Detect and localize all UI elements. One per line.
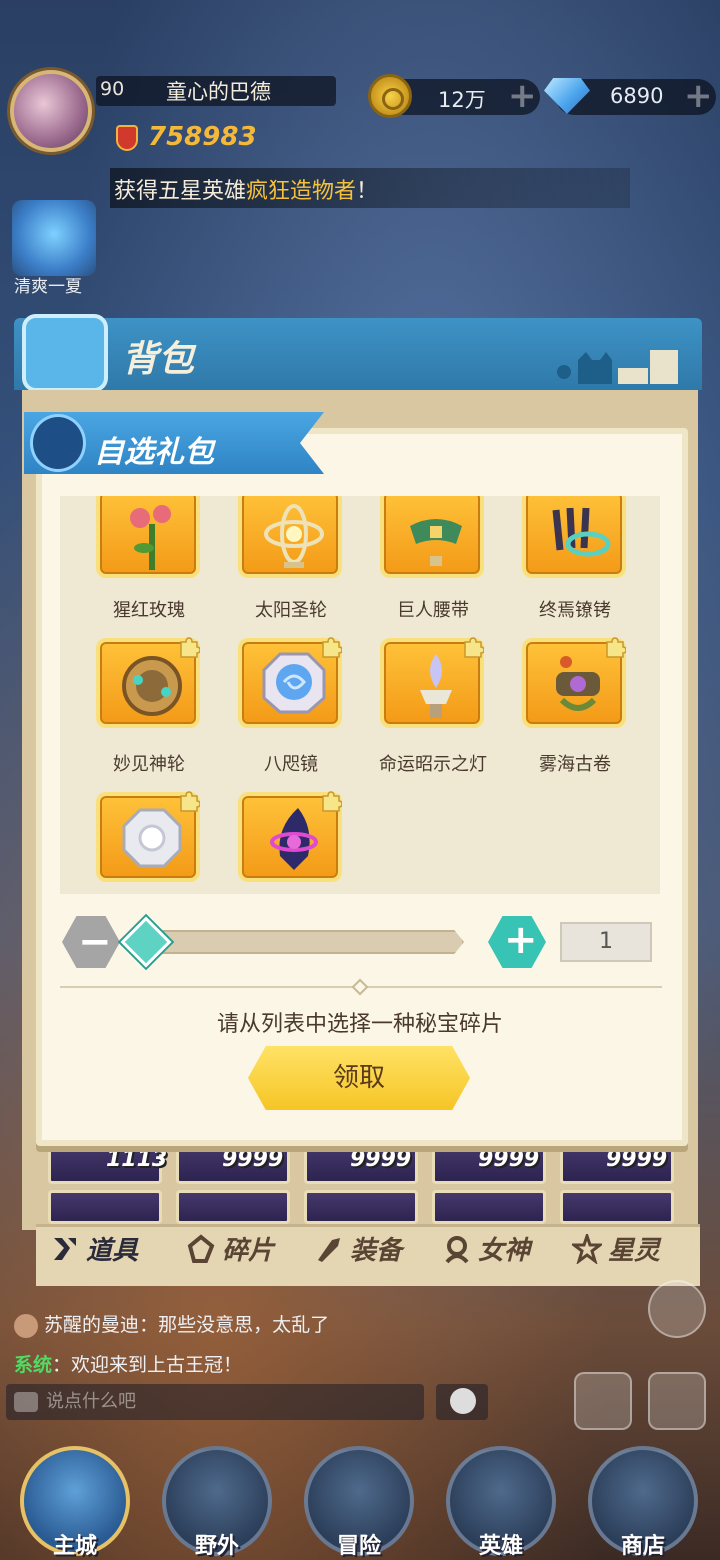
nav-label: 商店 bbox=[620, 1534, 665, 1559]
minus-icon: − bbox=[78, 919, 112, 965]
ranking-icon[interactable] bbox=[574, 1372, 632, 1430]
add-gold-icon[interactable]: + bbox=[508, 79, 537, 113]
tab-shards[interactable]: 碎片 bbox=[186, 1230, 274, 1267]
feather-icon bbox=[30, 414, 86, 472]
tab-equipment[interactable]: 装备 bbox=[314, 1230, 402, 1267]
friends-icon[interactable] bbox=[648, 1280, 706, 1338]
item-card-divine-wheel[interactable] bbox=[96, 637, 200, 728]
shackles-icon bbox=[552, 507, 611, 557]
item-card-shackles[interactable] bbox=[522, 496, 626, 578]
equipment-icon bbox=[318, 1237, 340, 1262]
items-icon bbox=[54, 1237, 76, 1260]
item-card-fate-lamp[interactable] bbox=[380, 637, 484, 728]
system-tag: 系统 bbox=[14, 1354, 53, 1376]
item-card-dark-eye[interactable] bbox=[238, 791, 342, 882]
item-list[interactable]: 猩红玫瑰 太阳圣轮 巨人腰带 终焉镣铐 妙见神轮 八咫镜 命运昭示之灯 雾海古卷 bbox=[60, 496, 660, 894]
item-card-giant-belt[interactable] bbox=[380, 496, 484, 578]
shards-icon bbox=[187, 1233, 215, 1263]
fate-lamp-icon bbox=[420, 654, 452, 718]
add-diamond-icon[interactable]: + bbox=[684, 79, 713, 113]
yata-mirror-icon bbox=[262, 652, 326, 714]
backpack-icon bbox=[22, 314, 108, 392]
item-card-crimson-rose[interactable] bbox=[96, 496, 200, 578]
item-name: 妙见神轮 bbox=[113, 754, 185, 775]
quantity-field[interactable]: 1 bbox=[560, 922, 652, 962]
silver-relic-icon bbox=[122, 808, 182, 868]
event-label: 清爽一夏 bbox=[14, 277, 82, 297]
item-name: 八咫镜 bbox=[264, 754, 318, 775]
hero-name: 疯狂造物者 bbox=[246, 179, 357, 204]
announcement-text: 获得五星英雄疯狂造物者！ bbox=[114, 179, 379, 204]
slot-count: 9999 bbox=[478, 1147, 540, 1172]
sun-wheel-icon bbox=[264, 504, 324, 568]
plus-icon: + bbox=[504, 917, 538, 963]
inventory-slot[interactable] bbox=[48, 1190, 162, 1224]
player-name: 童心的巴德 bbox=[166, 80, 271, 104]
divine-wheel-icon bbox=[122, 656, 182, 716]
backpack-title: 背包 bbox=[122, 339, 195, 380]
slot-count: 9999 bbox=[350, 1147, 412, 1172]
power-shield-icon bbox=[116, 125, 138, 151]
tab-items[interactable]: 道具 bbox=[50, 1230, 138, 1267]
item-card-mist-scroll[interactable] bbox=[522, 637, 626, 728]
item-card-silver-relic[interactable] bbox=[96, 791, 200, 882]
gold-amount: 12万 bbox=[438, 88, 486, 112]
nav-label: 英雄 bbox=[478, 1534, 523, 1559]
item-card-sun-wheel[interactable] bbox=[238, 496, 342, 578]
chat-avatar-icon bbox=[14, 1313, 38, 1338]
chat-bubble-icon bbox=[14, 1392, 38, 1412]
chat-input[interactable]: 说点什么吧 bbox=[6, 1384, 424, 1420]
event-pet-avatar[interactable] bbox=[12, 200, 96, 276]
inventory-slot[interactable] bbox=[176, 1190, 290, 1224]
gold-coin-icon bbox=[368, 74, 412, 118]
inventory-slot[interactable] bbox=[432, 1190, 546, 1224]
combat-power: 758983 bbox=[148, 122, 257, 152]
chat-message: 苏醒的曼迪：那些没意思，太乱了 bbox=[14, 1310, 329, 1338]
system-message: 系统：欢迎来到上古王冠！ bbox=[14, 1354, 243, 1376]
player-avatar[interactable] bbox=[10, 70, 92, 152]
item-name: 太阳圣轮 bbox=[255, 600, 327, 621]
item-name: 巨人腰带 bbox=[397, 600, 469, 621]
star-spirit-icon bbox=[572, 1233, 602, 1264]
item-name: 终焉镣铐 bbox=[539, 600, 611, 621]
diamond-amount: 6890 bbox=[610, 84, 664, 108]
emoji-icon bbox=[450, 1388, 476, 1414]
dark-eye-icon bbox=[270, 808, 318, 870]
selection-hint: 请从列表中选择一种秘宝碎片 bbox=[216, 1012, 503, 1037]
item-name: 猩红玫瑰 bbox=[113, 600, 185, 621]
giant-belt-icon bbox=[410, 519, 462, 566]
claim-button[interactable]: 领取 bbox=[248, 1046, 470, 1110]
item-card-yata-mirror[interactable] bbox=[238, 637, 342, 728]
nav-label: 冒险 bbox=[336, 1534, 381, 1559]
nav-label: 野外 bbox=[194, 1534, 239, 1559]
modal-title: 自选礼包 bbox=[94, 435, 214, 470]
tab-star-spirit[interactable]: 星灵 bbox=[572, 1230, 660, 1267]
inventory-slot[interactable] bbox=[304, 1190, 418, 1224]
crimson-rose-icon bbox=[130, 505, 171, 570]
player-level: 90 bbox=[100, 78, 125, 100]
nav-label: 主城 bbox=[52, 1534, 97, 1559]
inventory-slot[interactable] bbox=[560, 1190, 674, 1224]
chest-icon[interactable] bbox=[648, 1372, 706, 1430]
slot-count: 1113 bbox=[106, 1147, 168, 1172]
quantity-slider[interactable] bbox=[140, 930, 464, 954]
goddess-icon bbox=[445, 1235, 469, 1263]
slot-count: 9999 bbox=[222, 1147, 284, 1172]
tab-goddess[interactable]: 女神 bbox=[442, 1230, 530, 1267]
item-name: 命运昭示之灯 bbox=[379, 754, 487, 775]
slot-count: 9999 bbox=[606, 1147, 668, 1172]
cat-silhouette-icon bbox=[557, 350, 678, 384]
item-name: 雾海古卷 bbox=[539, 754, 611, 775]
mist-scroll-icon bbox=[556, 656, 600, 711]
